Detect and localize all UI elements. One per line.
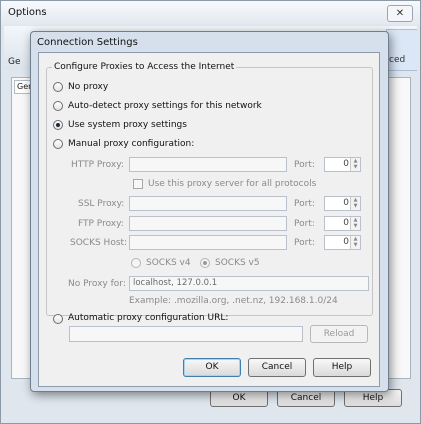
http-proxy-label: HTTP Proxy: (71, 160, 124, 170)
ssl-proxy-label: SSL Proxy: (78, 199, 125, 209)
toolbar-tab-advanced[interactable]: ced (386, 29, 417, 71)
options-window-title: Options (8, 7, 47, 18)
socks-port-label: Port: (294, 238, 315, 248)
cancel-button[interactable]: Cancel (248, 358, 306, 377)
http-port-spinner[interactable]: ▲ ▼ (350, 158, 360, 171)
system-proxy-radio[interactable] (53, 120, 63, 130)
no-proxy-label[interactable]: No proxy (68, 82, 108, 92)
socks-port-stepper[interactable]: 0 ▲ ▼ (324, 235, 361, 250)
chevron-down-icon[interactable]: ▼ (351, 164, 360, 170)
ssl-proxy-input[interactable] (129, 196, 287, 211)
chevron-down-icon[interactable]: ▼ (351, 203, 360, 209)
chevron-down-icon[interactable]: ▼ (351, 223, 360, 229)
ftp-proxy-label: FTP Proxy: (78, 219, 124, 229)
no-proxy-example: Example: .mozilla.org, .net.nz, 192.168.… (129, 296, 338, 306)
socks-port-value: 0 (343, 237, 349, 247)
auto-detect-label[interactable]: Auto-detect proxy settings for this netw… (68, 101, 262, 111)
no-proxy-for-input[interactable]: localhost, 127.0.0.1 (129, 276, 369, 291)
socks-v5-radio[interactable] (200, 258, 210, 268)
socks-host-label: SOCKS Host: (70, 238, 128, 248)
auto-url-label[interactable]: Automatic proxy configuration URL: (68, 313, 228, 323)
http-proxy-input[interactable] (129, 157, 287, 172)
system-proxy-label[interactable]: Use system proxy settings (68, 120, 187, 130)
ssl-port-label: Port: (294, 199, 315, 209)
chevron-down-icon[interactable]: ▼ (351, 242, 360, 248)
use-same-proxy-checkbox[interactable] (133, 179, 143, 189)
ssl-port-value: 0 (343, 198, 349, 208)
ftp-port-stepper[interactable]: 0 ▲ ▼ (324, 216, 361, 231)
socks-v4-label[interactable]: SOCKS v4 (146, 258, 191, 268)
use-same-proxy-label[interactable]: Use this proxy server for all protocols (148, 179, 316, 189)
manual-proxy-radio[interactable] (53, 139, 63, 149)
toolbar-tab-advanced-label: ced (389, 55, 406, 65)
close-icon[interactable]: ✕ (387, 5, 413, 22)
ok-button[interactable]: OK (183, 358, 241, 377)
manual-proxy-label[interactable]: Manual proxy configuration: (68, 139, 194, 149)
no-proxy-radio[interactable] (53, 82, 63, 92)
ssl-port-stepper[interactable]: 0 ▲ ▼ (324, 196, 361, 211)
ftp-port-label: Port: (294, 219, 315, 229)
no-proxy-for-label: No Proxy for: (68, 279, 126, 289)
http-port-label: Port: (294, 160, 315, 170)
connection-settings-dialog: Connection Settings Configure Proxies to… (30, 31, 389, 392)
ftp-port-spinner[interactable]: ▲ ▼ (350, 217, 360, 230)
auto-url-input[interactable] (69, 326, 303, 342)
socks-port-spinner[interactable]: ▲ ▼ (350, 236, 360, 249)
dialog-title: Connection Settings (37, 37, 138, 48)
socks-host-input[interactable] (129, 235, 287, 250)
help-button[interactable]: Help (313, 358, 371, 377)
socks-v5-label[interactable]: SOCKS v5 (215, 258, 260, 268)
auto-detect-radio[interactable] (53, 101, 63, 111)
http-port-value: 0 (343, 159, 349, 169)
dialog-body: Configure Proxies to Access the Internet… (38, 52, 380, 387)
groupbox-title: Configure Proxies to Access the Internet (52, 62, 237, 72)
toolbar-tab-general-fragment[interactable]: Ge (8, 57, 21, 67)
reload-button[interactable]: Reload (310, 325, 368, 343)
auto-url-radio[interactable] (53, 314, 63, 324)
ssl-port-spinner[interactable]: ▲ ▼ (350, 197, 360, 210)
ftp-proxy-input[interactable] (129, 216, 287, 231)
ftp-port-value: 0 (343, 218, 349, 228)
http-port-stepper[interactable]: 0 ▲ ▼ (324, 157, 361, 172)
socks-v4-radio[interactable] (131, 258, 141, 268)
proxy-groupbox: Configure Proxies to Access the Internet… (46, 62, 373, 324)
options-titlebar: Options ✕ (1, 1, 420, 25)
